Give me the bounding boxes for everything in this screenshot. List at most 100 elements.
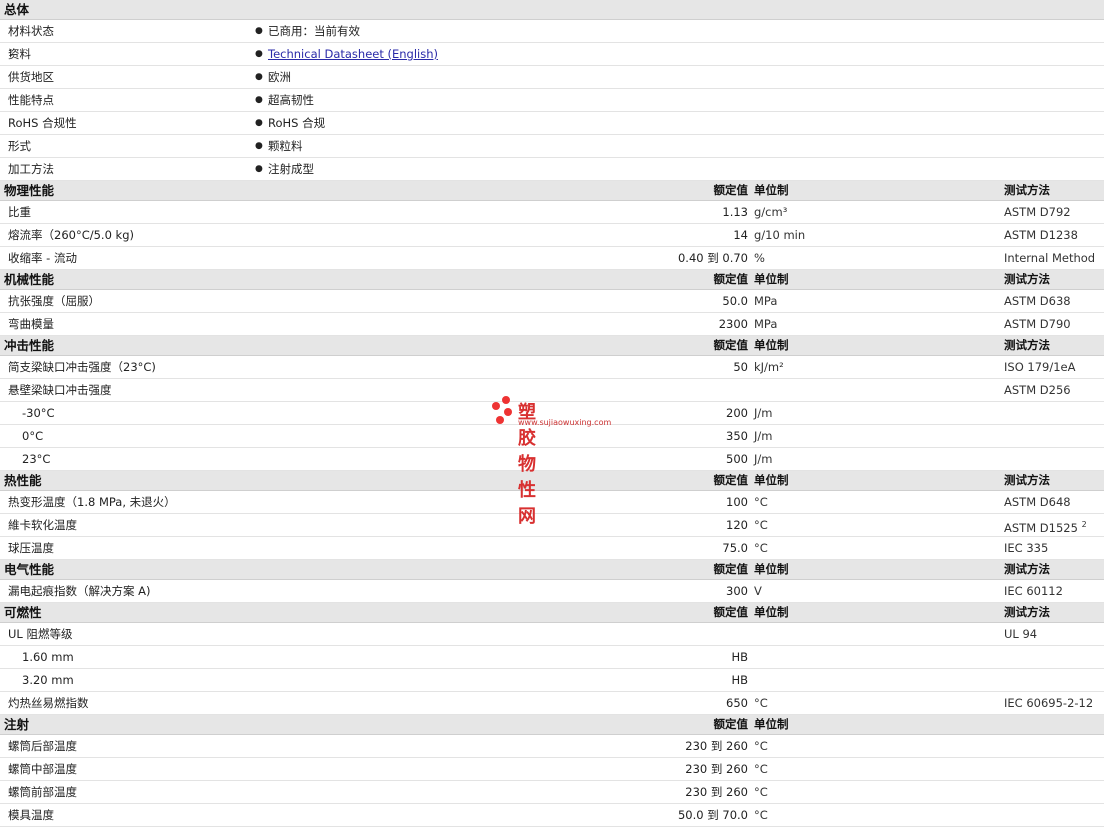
test-method: UL 94: [1004, 623, 1037, 645]
property-row: 抗张强度（屈服） 50.0 MPa ASTM D638: [0, 290, 1104, 313]
property-unit: °C: [754, 541, 768, 555]
property-label: 漏电起痕指数（解决方案 A): [8, 584, 151, 598]
test-method-text: IEC 60112: [1004, 584, 1063, 598]
property-row: 模具温度 50.0 到 70.0 °C: [0, 804, 1104, 827]
property-label: 0°C: [22, 429, 44, 443]
property-row: 弯曲模量 2300 MPa ASTM D790: [0, 313, 1104, 336]
bullet-icon: ●: [255, 26, 263, 36]
property-value: 300: [726, 584, 748, 598]
bullet-icon: ●: [255, 141, 263, 151]
column-header-unit: 单位制: [754, 338, 789, 352]
property-label: 热变形温度（1.8 MPa, 未退火）: [8, 495, 176, 509]
test-method: ASTM D648: [1004, 491, 1071, 513]
column-header-value: 额定值: [713, 183, 749, 197]
property-value: 230 到 260: [685, 762, 748, 776]
general-row: 性能特点 ● 超高韧性: [0, 89, 1104, 112]
property-value: 1.13: [722, 205, 748, 219]
property-label: 螺筒中部温度: [8, 762, 77, 776]
property-label-text: RoHS 合规性: [8, 116, 77, 130]
property-row: 維卡软化温度 120 °C ASTM D1525 2: [0, 514, 1104, 537]
property-value: 颗粒料: [268, 139, 303, 153]
test-method-text: ASTM D256: [1004, 383, 1071, 397]
property-row: 收缩率 - 流动 0.40 到 0.70% Internal Method: [0, 247, 1104, 270]
property-value: HB: [731, 673, 748, 687]
column-header-test: 测试方法: [1004, 272, 1050, 286]
datasheet: 总体 材料状态 ● 已商用：当前有效 资料 1 ● Technical Datasheet …: [0, 0, 1104, 827]
property-unit: °C: [754, 739, 768, 753]
property-value: 超高韧性: [268, 93, 314, 107]
property-row: 球压温度 75.0 °C IEC 335: [0, 537, 1104, 560]
test-method: Internal Method: [1004, 247, 1095, 269]
property-row: 螺筒前部温度 230 到 260 °C: [0, 781, 1104, 804]
column-header-test: 测试方法: [1004, 338, 1050, 352]
property-value: 500: [726, 452, 748, 466]
property-label-text: 资料: [8, 47, 31, 61]
property-value[interactable]: Technical Datasheet (English): [268, 43, 438, 65]
footnote-marker: 2: [1081, 520, 1087, 529]
column-header-unit: 单位制: [754, 473, 789, 487]
property-row: 漏电起痕指数（解决方案 A) 300 V IEC 60112: [0, 580, 1104, 603]
test-method: ASTM D1525 2: [1004, 514, 1087, 539]
property-label-text: 材料状态: [8, 24, 54, 38]
property-label: 1.60 mm: [22, 650, 74, 664]
property-value: 欧洲: [268, 70, 291, 84]
property-unit: °C: [754, 785, 768, 799]
section-title: 物理性能: [4, 183, 55, 198]
property-label: 比重: [8, 205, 31, 219]
test-method-text: ASTM D638: [1004, 294, 1071, 308]
property-row: 螺筒后部温度 230 到 260 °C: [0, 735, 1104, 758]
property-value: 注射成型: [268, 162, 314, 176]
column-header-unit: 单位制: [754, 717, 789, 731]
property-value: 75.0: [722, 541, 748, 555]
column-header-unit: 单位制: [754, 562, 789, 576]
test-method: IEC 335: [1004, 537, 1048, 559]
test-method: ISO 179/1eA: [1004, 356, 1075, 378]
property-unit: g/10 min: [754, 228, 806, 242]
section-header: 电气性能 额定值 单位制 测试方法: [0, 560, 1104, 580]
property-label: 球压温度: [8, 541, 54, 555]
section-header: 物理性能 额定值 单位制 测试方法: [0, 181, 1104, 201]
property-table: 总体 材料状态 ● 已商用：当前有效 资料 1 ● Technical Datasheet …: [0, 0, 1104, 827]
property-value: HB: [731, 650, 748, 664]
watermark-logo-icon: [490, 396, 514, 426]
column-header-test: 测试方法: [1004, 183, 1050, 197]
general-row: 材料状态 ● 已商用：当前有效: [0, 20, 1104, 43]
general-row: RoHS 合规性 ● RoHS 合规: [0, 112, 1104, 135]
property-value: 已商用：当前有效: [268, 24, 360, 38]
property-value: 230 到 260: [685, 785, 748, 799]
property-unit: °C: [754, 696, 768, 710]
property-unit: MPa: [754, 317, 778, 331]
property-row: 3.20 mm HB: [0, 669, 1104, 692]
property-label: 螺筒前部温度: [8, 785, 77, 799]
column-header-value: 额定值: [713, 473, 749, 487]
property-label-text: 性能特点: [8, 93, 54, 107]
property-label: 收缩率 - 流动: [8, 251, 77, 265]
property-unit: J/m: [754, 406, 773, 420]
property-label: -30°C: [22, 406, 55, 420]
test-method-text: UL 94: [1004, 627, 1038, 641]
general-row: 加工方法 ● 注射成型: [0, 158, 1104, 181]
datasheet-link[interactable]: Technical Datasheet (English): [268, 47, 438, 61]
section-title: 热性能: [4, 473, 42, 488]
column-header-test: 测试方法: [1004, 605, 1050, 619]
test-method: ASTM D792: [1004, 201, 1071, 223]
watermark-url: www.sujiaowuxing.com: [518, 418, 612, 427]
section-title: 总体: [4, 2, 30, 17]
property-row: 灼热丝易燃指数 650 °C IEC 60695-2-12: [0, 692, 1104, 715]
property-label-text: 加工方法: [8, 162, 54, 176]
general-row: 形式 ● 颗粒料: [0, 135, 1104, 158]
section-header: 注射 额定值 单位制: [0, 715, 1104, 735]
property-value: 200: [726, 406, 748, 420]
column-header-test: 测试方法: [1004, 562, 1050, 576]
property-row: 螺筒中部温度 230 到 260 °C: [0, 758, 1104, 781]
test-method: ASTM D256: [1004, 379, 1071, 401]
property-label: 悬壁梁缺口冲击强度: [8, 383, 112, 397]
section-header: 热性能 额定值 单位制 测试方法: [0, 471, 1104, 491]
property-value: 50.0: [722, 294, 748, 308]
property-label: 螺筒后部温度: [8, 739, 77, 753]
section-header: 可燃性 额定值 单位制 测试方法: [0, 603, 1104, 623]
column-header-unit: 单位制: [754, 183, 789, 197]
property-row: 简支梁缺口冲击强度（23°C) 50 kJ/m² ISO 179/1eA: [0, 356, 1104, 379]
property-label: 熔流率（260°C/5.0 kg): [8, 228, 134, 242]
property-value: 230 到 260: [685, 739, 748, 753]
